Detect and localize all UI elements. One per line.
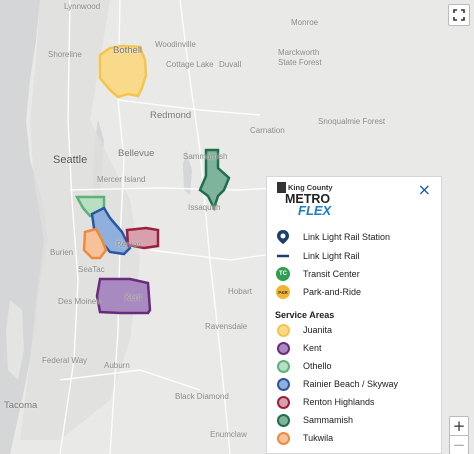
place-label: Bellevue <box>118 148 155 159</box>
place-label: Redmond <box>150 110 192 121</box>
metro-flex-logo: King County METRO FLEX <box>276 181 356 222</box>
sammamish-swatch <box>276 413 290 427</box>
service-area-item: Sammamish <box>275 412 353 428</box>
service-area-item: Juanita <box>275 322 332 338</box>
place-label: Federal Way <box>42 356 88 365</box>
place-label: Issaquah <box>188 203 221 212</box>
park-and-ride-icon: P&R <box>275 284 291 300</box>
place-label: Shoreline <box>48 50 82 59</box>
place-label: Kent <box>125 293 142 302</box>
rainier-beach-skyway-swatch <box>276 377 290 391</box>
place-label: Ravensdale <box>205 322 248 331</box>
rail-line-icon <box>275 248 291 264</box>
kent-swatch <box>276 341 290 355</box>
place-label: Black Diamond <box>175 392 229 401</box>
place-label: Woodinville <box>155 40 196 49</box>
place-label: Cottage Lake <box>166 60 214 69</box>
service-area-item: Renton Highlands <box>275 394 375 410</box>
map-canvas[interactable]: Lynnwood Shoreline Bothell Woodinville M… <box>0 0 474 454</box>
service-area-item: Kent <box>275 340 322 356</box>
legend-item-label: Transit Center <box>303 269 360 279</box>
service-area-label: Rainier Beach / Skyway <box>303 379 399 389</box>
service-areas-heading: Service Areas <box>275 310 335 320</box>
place-label: Enumclaw <box>210 430 247 439</box>
place-label: Des Moines <box>58 297 101 306</box>
place-label: Auburn <box>104 361 130 370</box>
legend-item: Link Light Rail <box>275 248 360 264</box>
zoom-in-button[interactable]: + <box>449 416 469 436</box>
service-area-item: Othello <box>275 358 332 374</box>
place-label: SeaTac <box>78 265 105 274</box>
place-label: Renton <box>116 240 142 249</box>
service-area-label: Kent <box>303 343 322 353</box>
legend-panel: King County METRO FLEX × Link Light Rail… <box>266 176 442 454</box>
legend-item: Link Light Rail Station <box>275 229 390 245</box>
zoom-out-button[interactable]: − <box>449 435 469 454</box>
place-label: Mercer Island <box>97 175 146 184</box>
service-area-label: Renton Highlands <box>303 397 375 407</box>
place-label: Snoqualmie Forest <box>318 117 386 126</box>
fullscreen-button[interactable] <box>448 4 470 26</box>
service-area-label: Othello <box>303 361 332 371</box>
othello-swatch <box>276 359 290 373</box>
place-label: Carnation <box>250 126 285 135</box>
place-label: Bothell <box>113 45 143 56</box>
place-label: Burien <box>50 248 74 257</box>
juanita-swatch <box>276 323 290 337</box>
service-area-label: Tukwila <box>303 433 334 443</box>
transit-center-icon: TC <box>275 266 291 282</box>
legend-item: TC Transit Center <box>275 266 360 282</box>
svg-text:King County: King County <box>288 183 333 192</box>
place-label: Marckworth State Forest <box>278 48 322 67</box>
svg-text:FLEX: FLEX <box>298 203 333 217</box>
rail-station-icon <box>275 229 291 245</box>
service-area-label: Sammamish <box>303 415 354 425</box>
legend-item-label: Link Light Rail Station <box>303 232 391 242</box>
tukwila-swatch <box>276 431 290 445</box>
close-icon[interactable]: × <box>418 180 431 199</box>
service-area-item: Tukwila <box>275 430 333 446</box>
kent-area <box>95 277 152 315</box>
place-label: Lynnwood <box>64 2 101 11</box>
renton-highlands-swatch <box>276 395 290 409</box>
legend-item-label: Park-and-Ride <box>303 287 362 297</box>
legend-item-label: Link Light Rail <box>303 251 360 261</box>
place-label: Sammamish <box>183 152 228 161</box>
place-label: Duvall <box>219 60 242 69</box>
legend-item: P&R Park-and-Ride <box>275 284 361 300</box>
place-label: Tacoma <box>4 400 38 411</box>
place-label: Monroe <box>291 18 319 27</box>
service-area-item: Rainier Beach / Skyway <box>275 376 398 392</box>
place-label: Hobart <box>228 287 253 296</box>
service-area-label: Juanita <box>303 325 333 335</box>
fullscreen-icon <box>453 9 465 21</box>
place-label: Seattle <box>53 154 88 166</box>
